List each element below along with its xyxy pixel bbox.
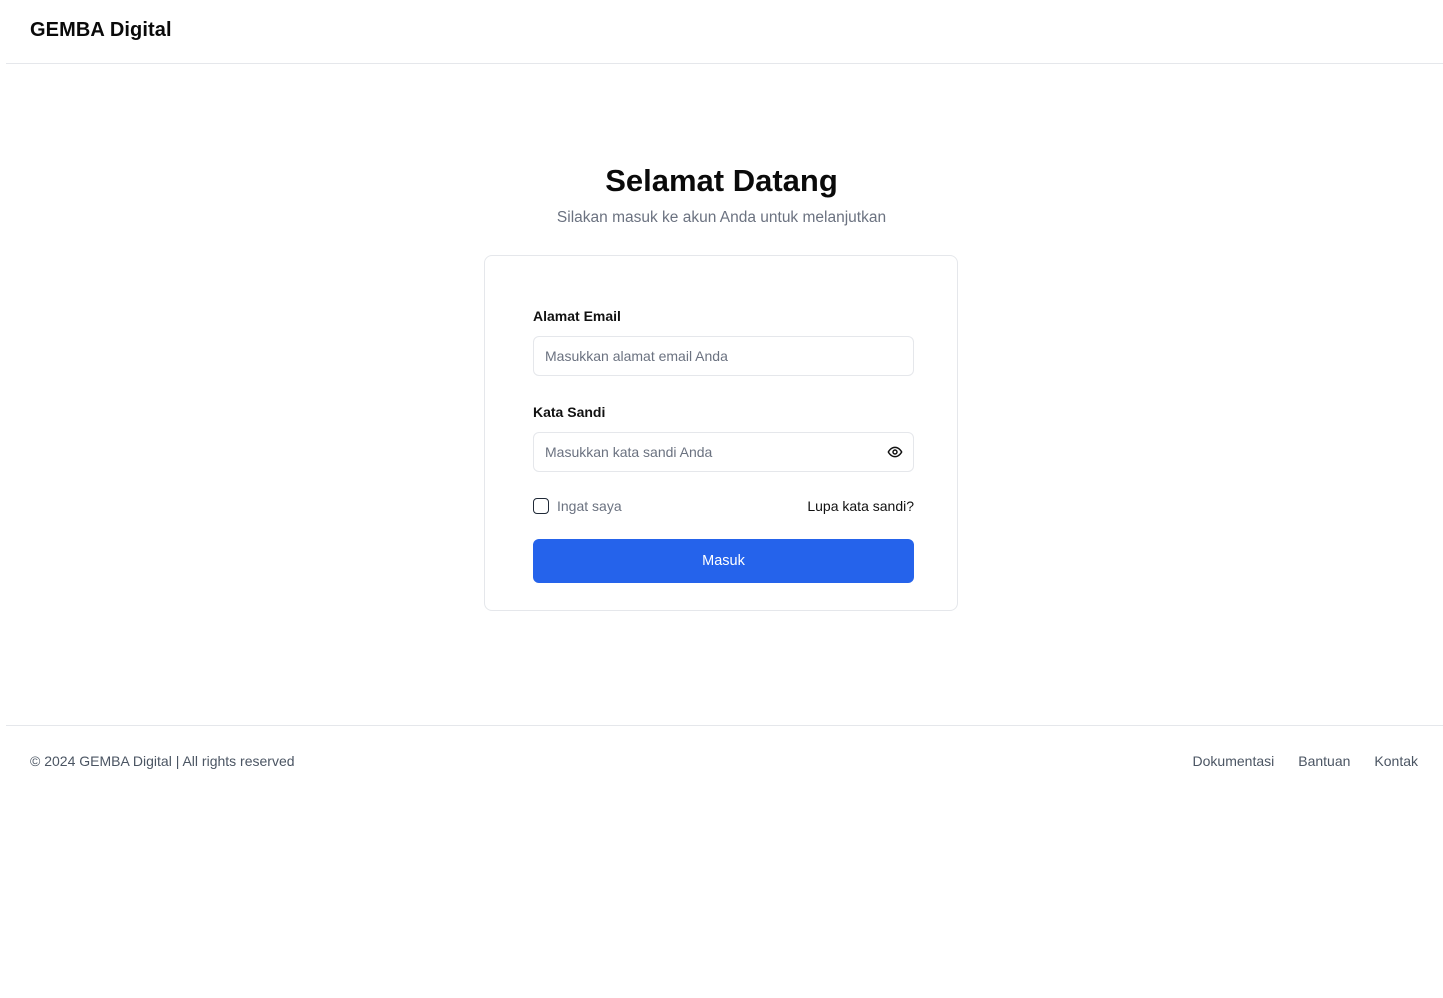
- forgot-password-link[interactable]: Lupa kata sandi?: [807, 498, 914, 514]
- eye-icon: [887, 446, 903, 458]
- page-subtitle: Silakan masuk ke akun Anda untuk melanju…: [556, 209, 887, 226]
- remember-me-checkbox[interactable]: [533, 498, 549, 514]
- email-label: Alamat Email: [533, 308, 621, 324]
- footer-link-kontak[interactable]: Kontak: [1374, 753, 1418, 769]
- remember-me[interactable]: Ingat saya: [533, 497, 622, 515]
- login-button[interactable]: Masuk: [533, 539, 914, 583]
- email-input[interactable]: [533, 336, 914, 376]
- top-header: GEMBA Digital: [6, 0, 1443, 64]
- page-footer: © 2024 GEMBA Digital | All rights reserv…: [6, 725, 1443, 797]
- password-input[interactable]: [533, 432, 914, 472]
- login-page: GEMBA Digital Selamat Datang Silakan mas…: [0, 0, 1443, 998]
- login-card: Alamat Email Kata Sandi Ingat saya Lupa …: [484, 255, 958, 611]
- password-label: Kata Sandi: [533, 404, 606, 420]
- footer-link-dokumentasi[interactable]: Dokumentasi: [1193, 753, 1275, 769]
- page-title: Selamat Datang: [605, 163, 838, 198]
- remember-me-label: Ingat saya: [557, 498, 622, 514]
- footer-links: Dokumentasi Bantuan Kontak: [1193, 753, 1418, 769]
- footer-link-bantuan[interactable]: Bantuan: [1298, 753, 1350, 769]
- copyright-text: © 2024 GEMBA Digital | All rights reserv…: [30, 753, 295, 769]
- brand-logo[interactable]: GEMBA Digital: [30, 19, 172, 42]
- show-password-toggle[interactable]: [885, 442, 905, 462]
